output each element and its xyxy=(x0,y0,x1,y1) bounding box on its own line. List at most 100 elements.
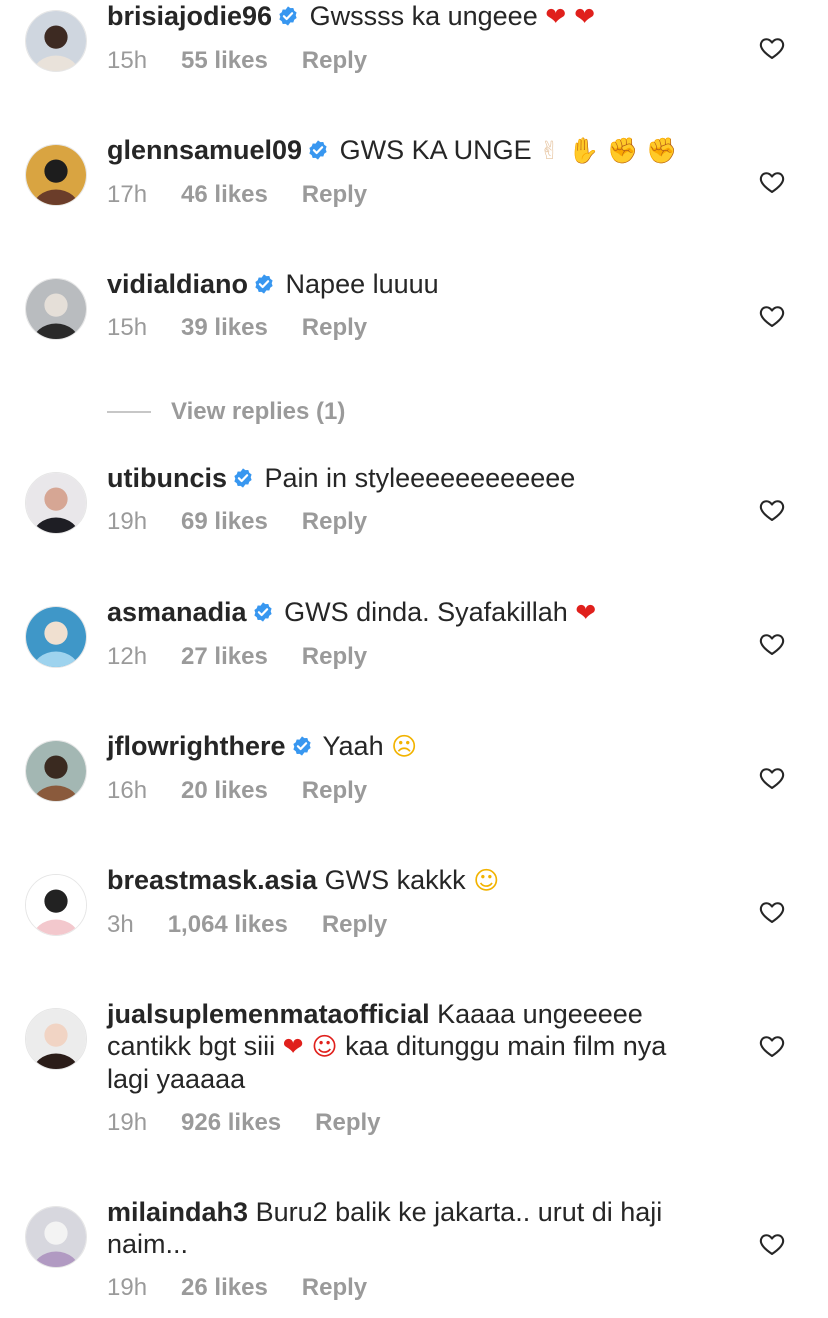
avatar-image xyxy=(26,607,86,667)
heart-outline-icon xyxy=(759,902,785,923)
comment-time: 19h xyxy=(107,1274,148,1301)
like-button[interactable] xyxy=(758,764,786,792)
reply-button[interactable]: Reply xyxy=(302,1274,367,1302)
likes-count[interactable]: 26 likes xyxy=(181,1274,268,1302)
reply-button[interactable]: Reply xyxy=(302,314,367,342)
like-button[interactable] xyxy=(758,1032,786,1060)
like-button[interactable] xyxy=(758,168,786,196)
comment-body: glennsamuel09 GWS KA UNGE ✌ ✋ ✊ ✊ 17h 46 l… xyxy=(107,134,707,209)
comment-meta: 16h 20 likes Reply xyxy=(107,777,707,805)
verified-badge-icon xyxy=(279,6,297,26)
comment-meta: 15h 55 likes Reply xyxy=(107,47,707,75)
comment-body: milaindah3 Buru2 balik ke jakarta.. urut… xyxy=(107,1196,707,1302)
comment-meta: 19h 26 likes Reply xyxy=(107,1274,707,1302)
comment-text-line: jflowrighthere Yaah ☹ xyxy=(107,730,707,763)
comment-body: asmanadia GWS dinda. Syafakillah ❤ 12h 27 … xyxy=(107,596,707,671)
reply-button[interactable]: Reply xyxy=(322,911,387,939)
comment-text: Yaah xyxy=(322,731,384,761)
reply-button[interactable]: Reply xyxy=(302,777,367,805)
avatar[interactable] xyxy=(25,740,87,802)
username-link[interactable]: milaindah3 xyxy=(107,1197,248,1227)
avatar[interactable] xyxy=(25,278,87,340)
comment-meta: 17h 46 likes Reply xyxy=(107,181,707,209)
heart-outline-icon xyxy=(759,1234,785,1255)
avatar-image xyxy=(26,741,86,801)
comment-text-line: brisiajodie96 Gwssss ka ungeee ❤ ❤ xyxy=(107,0,707,33)
likes-count[interactable]: 1,064 likes xyxy=(168,911,288,939)
reply-button[interactable]: Reply xyxy=(315,1109,380,1137)
avatar[interactable] xyxy=(25,1206,87,1268)
comment-text: GWS KA UNGE xyxy=(339,135,532,165)
likes-count[interactable]: 46 likes xyxy=(181,181,268,209)
emoji: ❤ ❤ xyxy=(545,2,596,31)
comment-meta: 12h 27 likes Reply xyxy=(107,643,707,671)
username-link[interactable]: brisiajodie96 xyxy=(107,1,272,31)
view-replies-button[interactable]: View replies (1) xyxy=(107,398,345,426)
verified-badge-icon xyxy=(255,274,273,294)
reply-button[interactable]: Reply xyxy=(302,47,367,75)
comments-list: brisiajodie96 Gwssss ka ungeee ❤ ❤ 15h 55 … xyxy=(0,0,828,1318)
emoji: ✌ ✋ ✊ ✊ xyxy=(539,136,678,165)
avatar-image xyxy=(26,279,86,339)
comment-body: jflowrighthere Yaah ☹ 16h 20 likes Reply xyxy=(107,730,707,805)
comment-body: vidialdiano Napee luuuu 15h 39 likes Reply xyxy=(107,268,707,342)
view-replies-label[interactable]: View replies (1) xyxy=(171,398,345,426)
reply-button[interactable]: Reply xyxy=(302,181,367,209)
comment-text: Napee luuuu xyxy=(285,269,439,299)
comment-time: 16h xyxy=(107,777,148,804)
avatar-image xyxy=(26,11,86,71)
likes-count[interactable]: 55 likes xyxy=(181,47,268,75)
verified-badge-icon xyxy=(253,602,272,622)
username-link[interactable]: asmanadia xyxy=(107,597,247,627)
emoji: ❤ ☺ xyxy=(282,1032,338,1061)
likes-count[interactable]: 20 likes xyxy=(181,777,268,805)
comment-time: 15h xyxy=(107,47,148,74)
avatar[interactable] xyxy=(25,144,87,206)
emoji: ☹ xyxy=(391,732,418,761)
likes-count[interactable]: 39 likes xyxy=(181,314,268,342)
heart-outline-icon xyxy=(759,306,785,327)
avatar[interactable] xyxy=(25,472,87,534)
comment-text: GWS dinda. Syafakillah xyxy=(284,597,568,627)
likes-count[interactable]: 27 likes xyxy=(181,643,268,671)
likes-count[interactable]: 926 likes xyxy=(181,1109,281,1137)
comment-body: breastmask.asia GWS kakkk ☺ 3h 1,064 likes… xyxy=(107,864,707,939)
avatar[interactable] xyxy=(25,1008,87,1070)
comment-body: jualsuplemenmataofficial Kaaaa ungeeeee … xyxy=(107,998,707,1137)
comment-time: 19h xyxy=(107,508,148,535)
comment-text: Gwssss ka ungeee xyxy=(309,1,538,31)
verified-badge-icon xyxy=(309,140,327,160)
comment-time: 19h xyxy=(107,1109,148,1136)
username-link[interactable]: jualsuplemenmataofficial xyxy=(107,999,430,1029)
heart-outline-icon xyxy=(759,172,785,193)
heart-outline-icon xyxy=(759,634,785,655)
avatar-image xyxy=(26,473,86,533)
heart-outline-icon xyxy=(759,500,785,521)
reply-button[interactable]: Reply xyxy=(302,643,367,671)
comment-time: 15h xyxy=(107,314,148,341)
username-link[interactable]: glennsamuel09 xyxy=(107,135,302,165)
comment-meta: 3h 1,064 likes Reply xyxy=(107,911,707,939)
like-button[interactable] xyxy=(758,1230,786,1258)
avatar[interactable] xyxy=(25,874,87,936)
comment-text-line: glennsamuel09 GWS KA UNGE ✌ ✋ ✊ ✊ xyxy=(107,134,707,167)
comment-body: brisiajodie96 Gwssss ka ungeee ❤ ❤ 15h 55 … xyxy=(107,0,707,75)
username-link[interactable]: breastmask.asia xyxy=(107,865,317,895)
like-button[interactable] xyxy=(758,898,786,926)
username-link[interactable]: vidialdiano xyxy=(107,269,248,299)
username-link[interactable]: utibuncis xyxy=(107,463,227,493)
username-link[interactable]: jflowrighthere xyxy=(107,731,286,761)
reply-button[interactable]: Reply xyxy=(302,508,367,536)
avatar[interactable] xyxy=(25,10,87,72)
heart-outline-icon xyxy=(759,38,785,59)
like-button[interactable] xyxy=(758,496,786,524)
comment-text: Pain in styleeeeeeeeeeee xyxy=(264,463,576,493)
likes-count[interactable]: 69 likes xyxy=(181,508,268,536)
comment-body: utibuncis Pain in styleeeeeeeeeeee 19h 69 … xyxy=(107,462,707,536)
comment-text-line: asmanadia GWS dinda. Syafakillah ❤ xyxy=(107,596,707,629)
like-button[interactable] xyxy=(758,302,786,330)
like-button[interactable] xyxy=(758,34,786,62)
comment-meta: 19h 926 likes Reply xyxy=(107,1109,707,1137)
avatar[interactable] xyxy=(25,606,87,668)
like-button[interactable] xyxy=(758,630,786,658)
